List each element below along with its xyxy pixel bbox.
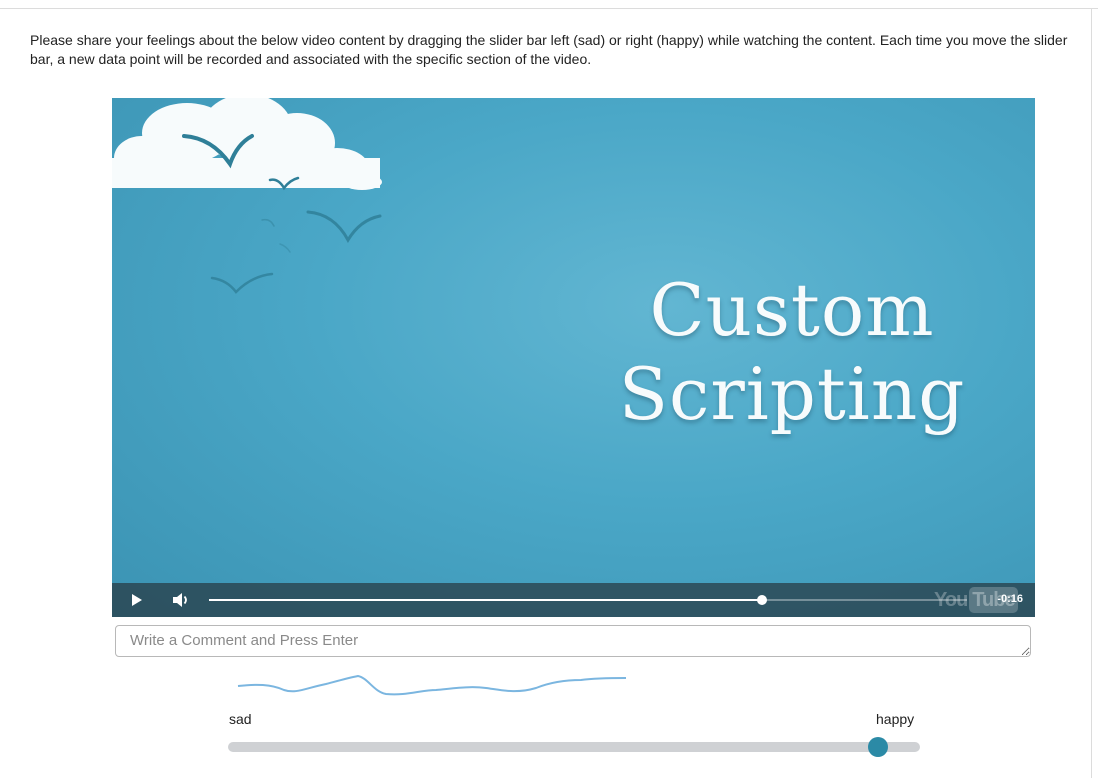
video-progress-handle[interactable] xyxy=(757,595,768,605)
video-controls-bar: You Tube -0:16 xyxy=(112,583,1035,617)
time-remaining: -0:16 xyxy=(997,593,1023,605)
sentiment-slider-handle[interactable] xyxy=(868,737,889,757)
video-progress-bar[interactable] xyxy=(209,595,967,605)
sentiment-trend-line xyxy=(237,674,627,696)
video-title-text: Custom Scripting xyxy=(592,268,992,436)
slider-label-sad: sad xyxy=(229,711,252,727)
youtube-logo-you: You xyxy=(934,589,968,611)
video-title-line-1: Custom xyxy=(649,268,935,352)
volume-icon[interactable] xyxy=(172,592,190,608)
slider-label-happy: happy xyxy=(876,711,915,727)
instructions-text: Please share your feelings about the bel… xyxy=(30,32,1068,67)
comment-input[interactable] xyxy=(115,625,1031,657)
frame-border-top xyxy=(0,8,1098,9)
frame-border-right xyxy=(1091,8,1092,778)
video-player[interactable]: Custom Scripting You Tube -0:16 xyxy=(112,98,1035,617)
sentiment-slider[interactable] xyxy=(228,737,920,757)
cloud-graphic xyxy=(112,98,382,190)
video-title-line-2: Scripting xyxy=(618,352,966,436)
video-progress-fill xyxy=(209,599,763,601)
play-icon[interactable] xyxy=(130,593,144,607)
